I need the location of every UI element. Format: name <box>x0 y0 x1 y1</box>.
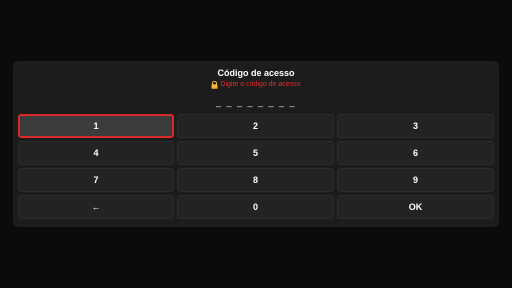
subtitle-text: Digite o código de acesso <box>220 81 301 88</box>
dialog-subtitle: Digite o código de acesso <box>13 80 499 89</box>
pin-input-display: _ _ _ _ _ _ _ _ <box>215 97 297 107</box>
key-3[interactable]: 3 <box>337 114 494 138</box>
dialog-title: Código de acesso <box>217 68 295 78</box>
key-6[interactable]: 6 <box>337 141 494 165</box>
key-0[interactable]: 0 <box>177 195 334 219</box>
backspace-key[interactable]: ← <box>18 195 174 219</box>
numeric-keypad: 1 2 3 4 5 6 7 8 9 ← 0 OK <box>18 114 494 219</box>
key-9[interactable]: 9 <box>337 168 494 192</box>
key-8[interactable]: 8 <box>177 168 334 192</box>
key-4[interactable]: 4 <box>18 141 174 165</box>
access-code-dialog: Código de acesso Digite o código de aces… <box>13 61 499 227</box>
key-5[interactable]: 5 <box>177 141 334 165</box>
key-2[interactable]: 2 <box>177 114 334 138</box>
key-7[interactable]: 7 <box>18 168 174 192</box>
key-1[interactable]: 1 <box>18 114 174 138</box>
ok-key[interactable]: OK <box>337 195 494 219</box>
lock-icon <box>211 80 218 89</box>
